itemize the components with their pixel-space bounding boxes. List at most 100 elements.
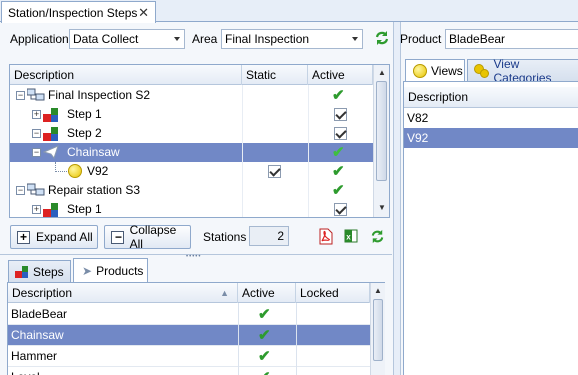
active-check-icon: ✔ xyxy=(258,327,271,344)
view-name: V82 xyxy=(407,111,429,125)
active-check-icon: ✔ xyxy=(258,306,271,323)
area-select[interactable]: Final Inspection xyxy=(221,29,363,49)
stations-label: Stations xyxy=(203,230,247,244)
product-name: Hammer xyxy=(11,349,58,363)
application-value: Data Collect xyxy=(73,32,139,46)
close-tab-icon[interactable]: ✕ xyxy=(138,5,149,21)
column-header-static[interactable]: Static xyxy=(242,65,308,85)
column-divider xyxy=(296,303,297,375)
tree-row-label: Step 1 xyxy=(67,202,102,216)
app-window: Station/Inspection Steps ✕ Application D… xyxy=(0,0,578,375)
column-header-locked[interactable]: Locked xyxy=(296,283,370,303)
application-select[interactable]: Data Collect xyxy=(69,29,185,49)
tree-row-label: Final Inspection S2 xyxy=(48,88,151,102)
active-checkbox[interactable] xyxy=(334,203,347,216)
tree-row[interactable]: − Step 2 xyxy=(10,124,373,143)
sort-ascending-icon[interactable]: ▲ xyxy=(220,283,229,303)
column-header-description[interactable]: Description xyxy=(10,65,242,85)
document-tab[interactable]: Station/Inspection Steps ✕ xyxy=(1,1,156,23)
scrollbar-thumb[interactable] xyxy=(376,81,387,181)
view-categories-icon xyxy=(474,63,490,78)
product-input[interactable]: BladeBear xyxy=(445,29,578,49)
column-header-active[interactable]: Active xyxy=(238,283,296,303)
tree-row-label: Chainsaw xyxy=(67,145,120,159)
expand-node-icon[interactable]: − xyxy=(32,129,41,138)
step-icon xyxy=(43,107,61,122)
tree-row[interactable]: + Step 1 xyxy=(10,105,373,124)
collapse-node-icon[interactable]: − xyxy=(32,148,41,157)
chevron-down-icon[interactable] xyxy=(174,37,180,41)
tree-row[interactable]: − Final Inspection S2 ✔ xyxy=(10,86,373,105)
paper-plane-icon xyxy=(42,145,61,160)
tree-row-label: Repair station S3 xyxy=(48,183,141,197)
splitter-grip-icon[interactable]: ••••• xyxy=(186,254,202,260)
product-row[interactable]: Chainsaw ✔ xyxy=(8,325,370,346)
views-grid-gap xyxy=(404,82,578,85)
tab-view-categories[interactable]: View Categories xyxy=(467,57,578,85)
active-checkbox[interactable] xyxy=(334,127,347,140)
product-row[interactable]: BladeBear ✔ xyxy=(8,304,370,325)
active-check-icon: ✔ xyxy=(258,348,271,365)
scroll-up-icon[interactable]: ▲ xyxy=(378,68,386,77)
collapse-node-icon[interactable]: − xyxy=(16,186,25,195)
product-row[interactable]: Level ✔ xyxy=(8,367,370,375)
views-grid-header: Description xyxy=(404,87,578,108)
tree-row[interactable]: − Chainsaw ✔ xyxy=(10,143,373,162)
product-value: BladeBear xyxy=(449,32,506,46)
products-grid: Description ▲ Active Locked BladeBear ✔ Ch… xyxy=(7,282,385,375)
expand-node-icon[interactable]: + xyxy=(32,205,41,214)
view-row[interactable]: V92 xyxy=(404,128,578,148)
column-divider xyxy=(238,303,239,375)
views-icon xyxy=(413,63,427,78)
view-row[interactable]: V82 xyxy=(404,108,578,128)
active-check-icon: ✔ xyxy=(332,87,345,104)
column-header-description[interactable]: Description ▲ xyxy=(8,283,238,303)
tree-row-label: Step 2 xyxy=(67,126,102,140)
tab-steps[interactable]: Steps xyxy=(8,260,71,282)
steps-grid-scrollbar[interactable]: ▲ ▼ xyxy=(373,65,389,217)
document-tab-title: Station/Inspection Steps xyxy=(8,5,138,20)
static-checkbox[interactable] xyxy=(268,165,281,178)
column-header-active[interactable]: Active xyxy=(308,65,373,85)
vertical-splitter[interactable] xyxy=(393,22,401,375)
station-icon xyxy=(26,183,45,198)
products-grid-scrollbar[interactable]: ▲ xyxy=(370,283,385,375)
station-icon xyxy=(26,88,45,103)
column-header-description[interactable]: Description xyxy=(404,87,578,108)
pdf-export-icon[interactable] xyxy=(318,228,333,245)
collapse-all-button[interactable]: − Collapse All xyxy=(104,223,191,251)
product-label: Product xyxy=(400,32,442,46)
collapse-node-icon[interactable]: − xyxy=(16,91,25,100)
plus-icon: + xyxy=(17,230,30,244)
steps-tree-grid: Description Static Active − Final Inspect… xyxy=(9,64,390,218)
tree-connector xyxy=(55,162,69,172)
product-row[interactable]: Hammer ✔ xyxy=(8,346,370,367)
expand-all-button[interactable]: + Expand All xyxy=(10,225,98,249)
svg-text:x: x xyxy=(346,233,351,242)
tab-views[interactable]: Views xyxy=(405,59,465,81)
tab-products[interactable]: ➤ Products xyxy=(73,258,148,282)
active-checkbox[interactable] xyxy=(334,108,347,121)
scroll-up-icon[interactable]: ▲ xyxy=(374,286,382,295)
steps-icon xyxy=(15,265,29,279)
product-name: Level xyxy=(11,367,40,375)
minus-icon: − xyxy=(111,230,124,244)
tree-row[interactable]: − Repair station S3 ✔ xyxy=(10,181,373,200)
scroll-down-icon[interactable]: ▼ xyxy=(378,203,386,212)
active-check-icon: ✔ xyxy=(258,370,271,375)
view-icon xyxy=(68,164,86,179)
scrollbar-thumb[interactable] xyxy=(373,299,383,361)
chevron-down-icon[interactable] xyxy=(352,37,358,41)
area-value: Final Inspection xyxy=(225,32,310,46)
tab-views-label: Views xyxy=(431,63,463,78)
tree-row[interactable]: V92 ✔ xyxy=(10,162,373,181)
horizontal-splitter[interactable]: ••••• xyxy=(0,254,392,260)
refresh-icon[interactable] xyxy=(373,29,391,47)
expand-node-icon[interactable]: + xyxy=(32,110,41,119)
products-grid-header: Description ▲ Active Locked xyxy=(8,283,370,303)
excel-export-icon[interactable]: x xyxy=(344,228,358,244)
tree-row[interactable]: + Step 1 xyxy=(10,200,373,219)
step-icon xyxy=(43,126,61,141)
refresh-icon[interactable] xyxy=(369,228,386,245)
tree-row-label: V92 xyxy=(87,164,109,178)
